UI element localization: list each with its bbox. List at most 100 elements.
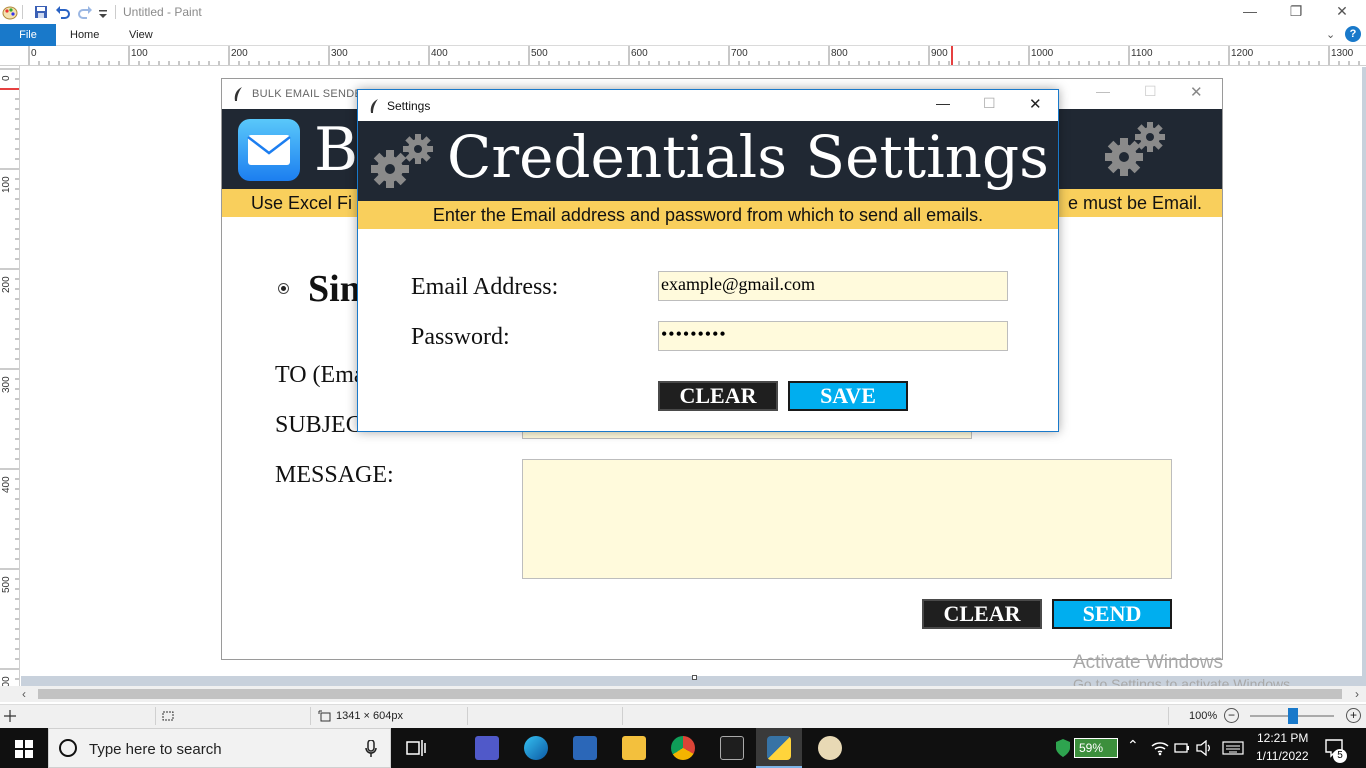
save-icon[interactable] [33,4,49,20]
ruler-label: 1100 [1131,48,1153,59]
security-shield-icon[interactable] [1056,739,1070,757]
paint-titlebar: Untitled - Paint — ❐ ✕ [0,0,1366,24]
mode-radio-button[interactable] [278,283,289,294]
email-address-label: Email Address: [411,274,559,300]
clock-time[interactable]: 12:21 PM [1257,731,1308,745]
zoom-out-button[interactable]: − [1224,708,1239,723]
battery-indicator[interactable]: 59% [1074,738,1118,758]
settings-minimize-button[interactable]: — [936,95,950,111]
power-plug-icon[interactable] [1173,741,1191,755]
settings-maximize-button[interactable]: ☐ [983,95,996,112]
cursor-position-icon [4,710,16,722]
microphone-icon[interactable] [365,740,377,758]
taskbar-search-box[interactable]: Type here to search [48,728,391,768]
bulk-clear-button[interactable]: CLEAR [922,599,1042,629]
keyboard-icon[interactable] [1222,741,1244,755]
collapse-ribbon-icon[interactable]: ⌄ [1326,28,1335,41]
ruler-label-vertical: 500 [1,576,12,593]
window-title: Untitled - Paint [123,5,202,19]
settings-window-title: Settings [387,99,431,113]
settings-heading: Credentials Settings [447,123,1049,191]
ruler-label: 900 [931,48,948,59]
ruler-label: 200 [231,48,248,59]
canvas-resize-handle[interactable] [692,675,697,680]
zoom-in-button[interactable]: + [1346,708,1361,723]
ruler-label-vertical: 0 [1,75,12,81]
password-field[interactable]: ••••••••• [658,321,1008,351]
scroll-left-icon[interactable]: ‹ [22,687,26,701]
notification-count-badge: 5 [1333,749,1347,763]
gears-icon [371,134,433,188]
clock-date[interactable]: 1/11/2022 [1256,749,1309,763]
tab-home[interactable]: Home [70,24,99,46]
horizontal-scrollbar[interactable]: ‹ › [0,686,1366,702]
settings-instruction-text: Enter the Email address and password fro… [432,205,984,225]
ruler-label: 500 [531,48,548,59]
feather-icon [234,87,242,101]
tab-file[interactable]: File [0,24,56,46]
bulk-close-button[interactable]: ✕ [1190,83,1203,101]
task-view-icon[interactable] [406,739,426,757]
settings-clear-button[interactable]: CLEAR [658,381,778,411]
message-label: MESSAGE: [275,462,394,488]
calculator-icon[interactable] [573,736,597,760]
ruler-label: 100 [131,48,148,59]
bulk-band-text-right: e must be Email. [1068,193,1203,213]
terminal-icon[interactable] [720,736,744,760]
password-label: Password: [411,324,510,350]
canvas-size-text: 1341 × 604px [336,710,403,722]
search-icon [59,739,77,757]
ruler-label: 700 [731,48,748,59]
tab-view[interactable]: View [129,24,153,46]
undo-icon[interactable] [55,4,71,20]
settings-dialog: Settings — ☐ ✕ Credentials Settings Ente… [357,89,1059,432]
to-label: TO (Ema [275,362,365,388]
feather-icon [370,99,378,113]
ruler-label: 1300 [1331,48,1354,59]
help-icon[interactable]: ? [1345,26,1361,42]
windows-start-icon[interactable] [15,740,33,758]
send-button[interactable]: SEND [1052,599,1172,629]
zoom-slider-thumb[interactable] [1288,708,1298,724]
status-bar: 1341 × 604px 100% − + [0,704,1366,728]
wifi-icon[interactable] [1151,740,1169,756]
search-placeholder: Type here to search [89,741,222,758]
settings-close-button[interactable]: ✕ [1029,95,1042,113]
message-textarea[interactable] [522,459,1172,579]
chrome-icon[interactable] [671,736,695,760]
paint-taskbar-icon[interactable] [818,736,842,760]
ruler-vertical: 0 100 200 300 400 500 600 [0,66,20,686]
scrollbar-thumb[interactable] [38,689,1342,699]
paint-app-icon [2,6,18,20]
chevron-up-icon[interactable]: ⌃ [1127,737,1139,754]
activate-windows-title: Activate Windows [1073,652,1223,673]
file-explorer-icon[interactable] [622,736,646,760]
teams-icon[interactable] [475,736,499,760]
minimize-button[interactable]: — [1227,0,1273,24]
ruler-label: 1200 [1231,48,1254,59]
ruler-label-vertical: 300 [1,376,12,393]
ruler-label: 300 [331,48,348,59]
python-taskbar-item-active[interactable] [756,728,802,768]
settings-instruction-band: Enter the Email address and password fro… [358,201,1058,229]
zoom-level: 100% [1189,710,1218,722]
customize-quick-access-icon[interactable] [97,4,109,20]
settings-save-button[interactable]: SAVE [788,381,908,411]
volume-icon[interactable] [1196,740,1214,756]
selection-size-icon [162,711,174,721]
restore-button[interactable]: ❐ [1273,0,1319,24]
gears-icon [1105,122,1165,176]
bulk-minimize-button[interactable]: — [1096,83,1110,99]
ruler-label: 0 [31,48,37,59]
battery-percent: 59% [1079,741,1104,755]
canvas-size-icon [318,710,331,722]
ruler-horizontal: 0 100 200 300 400 500 600 700 800 900 1000 1100 1200… [0,46,1366,66]
scroll-right-icon[interactable]: › [1355,687,1359,701]
close-button[interactable]: ✕ [1319,0,1365,24]
bulk-maximize-button[interactable]: ☐ [1144,83,1157,100]
email-field[interactable]: example@gmail.com [658,271,1008,301]
mode-option-label: Sin [308,268,361,310]
edge-icon[interactable] [524,736,548,760]
redo-icon[interactable] [77,4,93,20]
settings-titlebar: Settings — ☐ ✕ [358,90,1058,121]
